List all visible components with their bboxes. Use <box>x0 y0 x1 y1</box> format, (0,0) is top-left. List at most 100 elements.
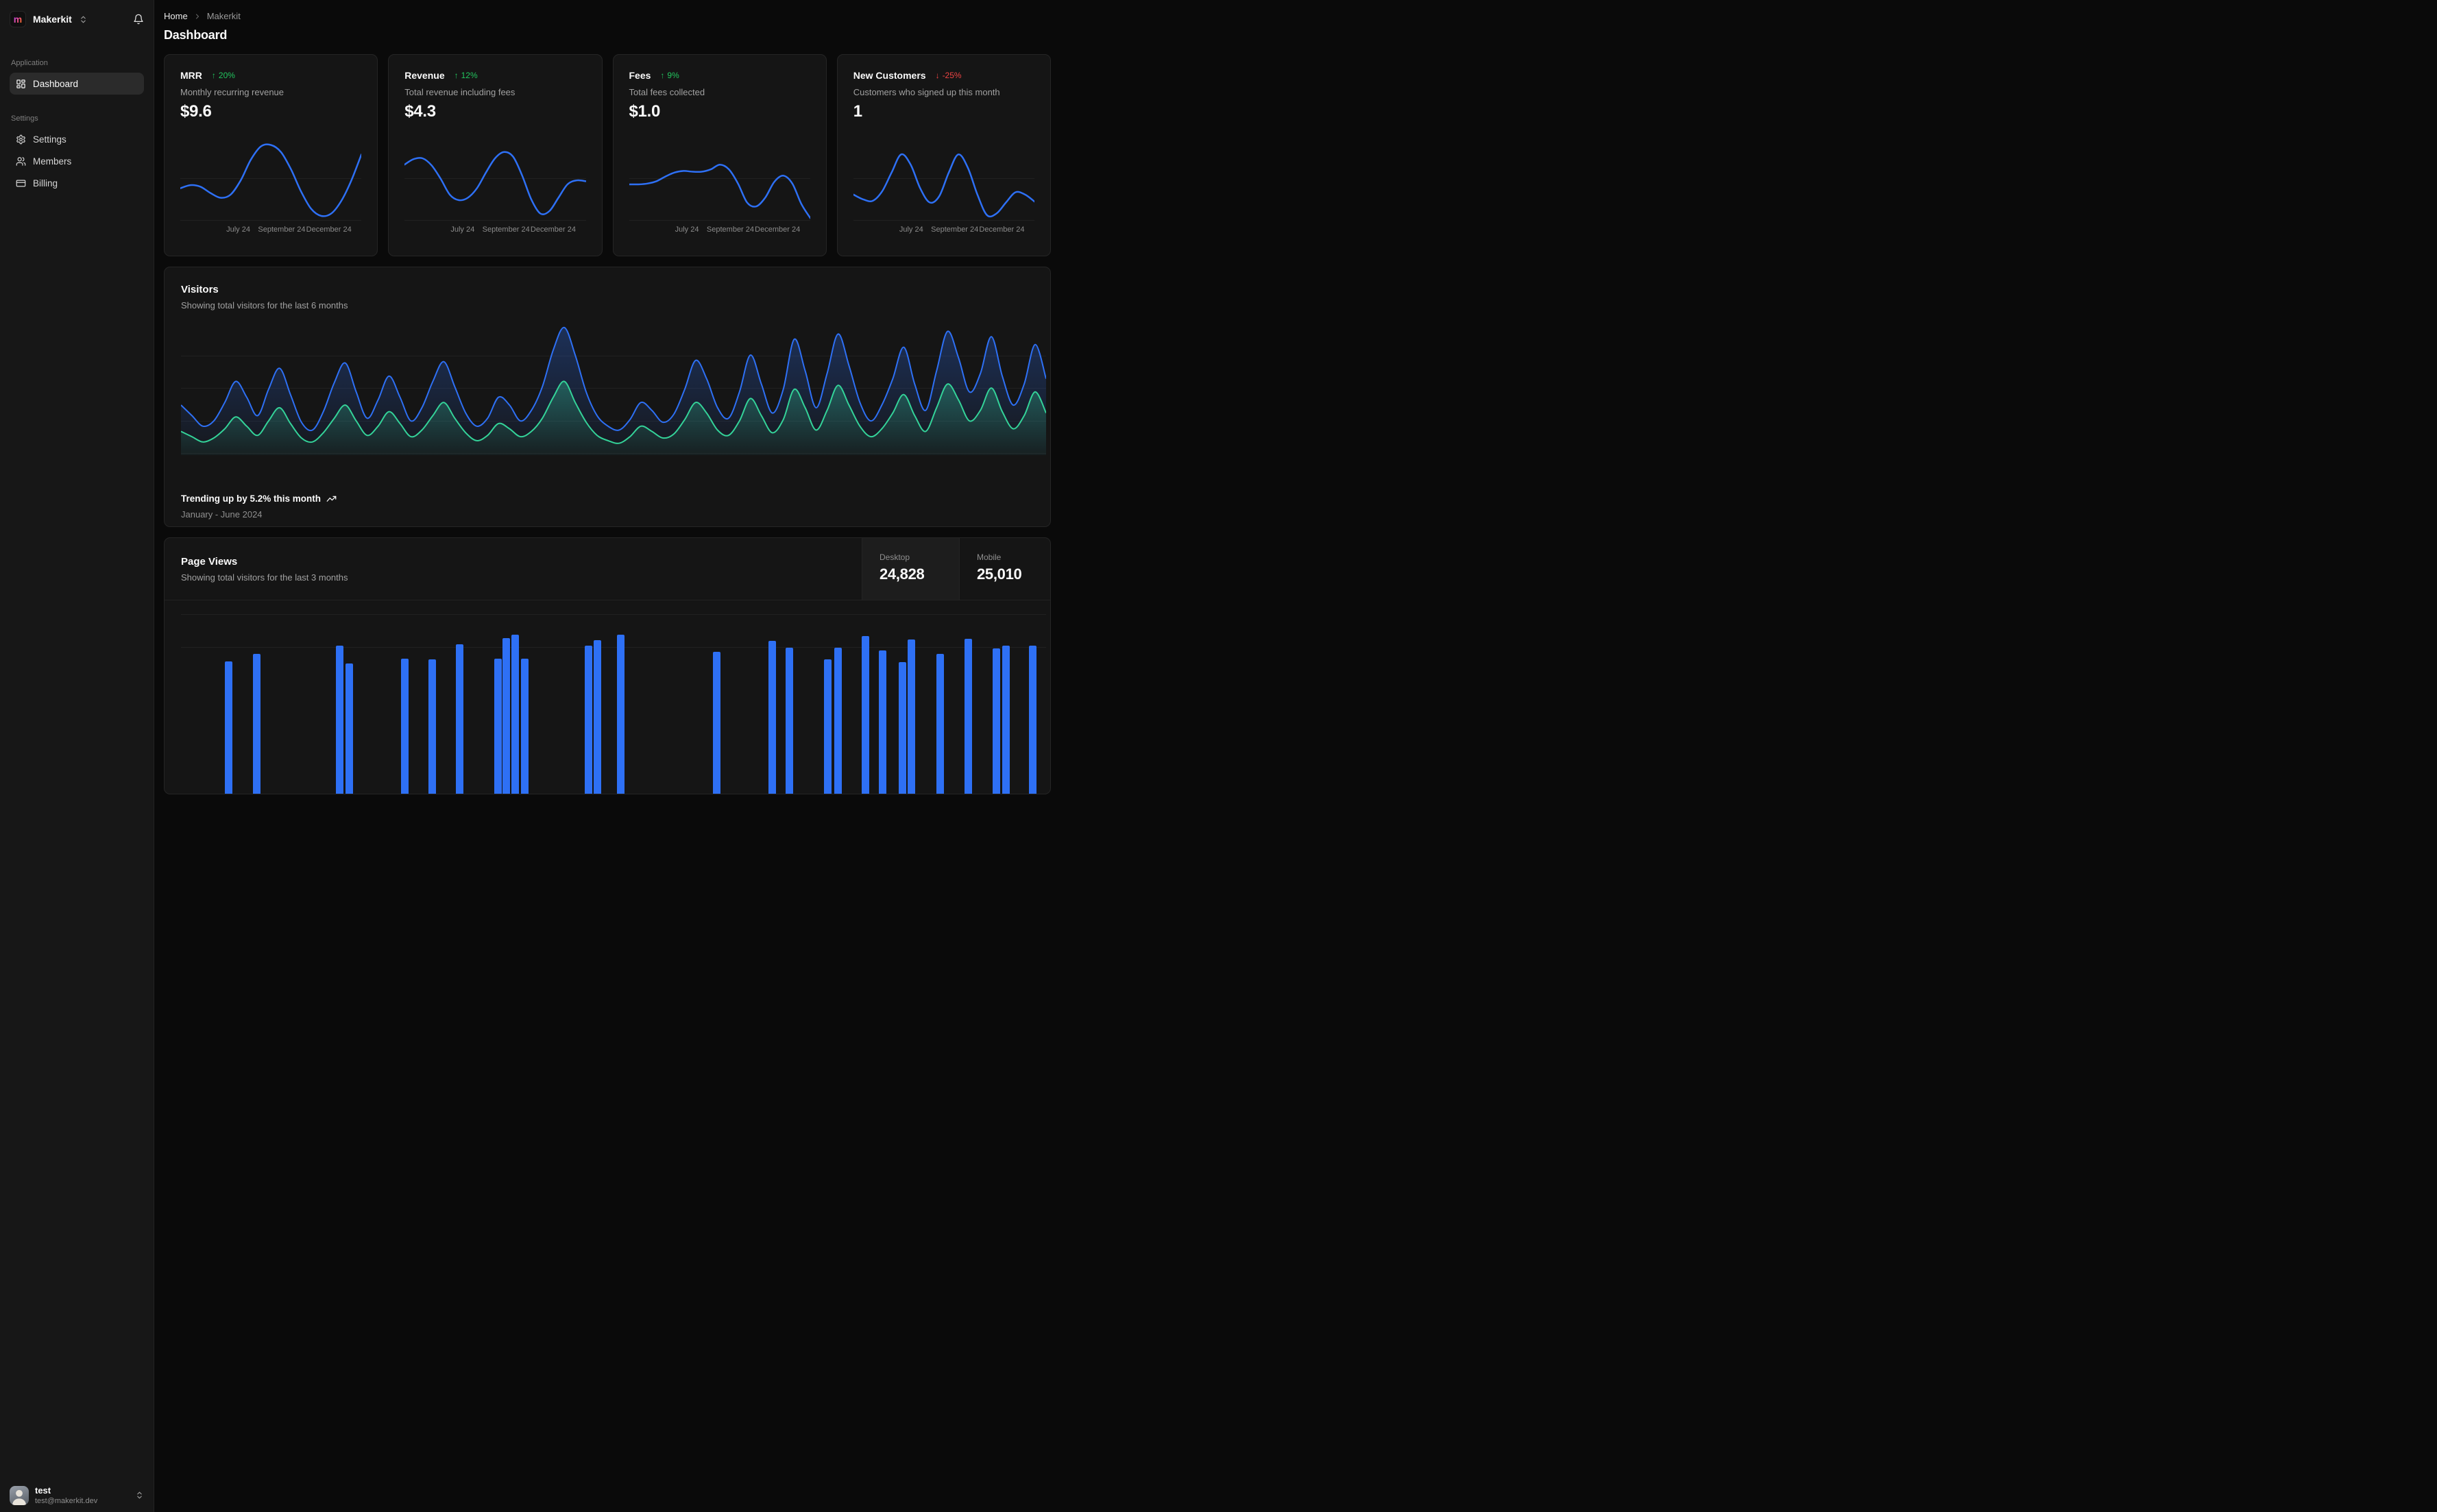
page-views-bar <box>879 650 887 794</box>
breadcrumb: Home Makerkit <box>164 11 1051 21</box>
stat-card-title: Revenue <box>404 70 445 81</box>
stat-card-revenue: Revenue ↑ 12% Total revenue including fe… <box>388 54 603 256</box>
new-customers-sparkline-chart <box>853 143 1034 221</box>
stat-card-title: New Customers <box>853 70 926 81</box>
page-views-bar <box>862 636 870 794</box>
sidebar-item-label: Dashboard <box>33 78 79 89</box>
page-views-header: Page Views Showing total visitors for th… <box>165 538 1050 600</box>
visitors-footer-secondary: January - June 2024 <box>181 509 263 520</box>
main-content: Home Makerkit Dashboard MRR ↑ 20% Monthl… <box>154 0 1067 794</box>
stat-card-description: Total fees collected <box>629 87 705 97</box>
delta-value: -25% <box>942 71 962 80</box>
page-views-bar <box>502 638 511 794</box>
page-views-bar <box>1002 646 1010 794</box>
visitors-description: Showing total visitors for the last 6 mo… <box>181 300 348 310</box>
revenue-sparkline-chart <box>404 143 586 221</box>
sparkline-x-labels: July 24 September 24 December 24 <box>226 225 352 234</box>
sidebar-item-settings[interactable]: Settings <box>10 128 144 150</box>
workspace-name: Makerkit <box>33 14 72 25</box>
page-views-bar <box>593 640 601 794</box>
dashboard-icon <box>16 79 26 89</box>
page-views-card: Page Views Showing total visitors for th… <box>164 537 1051 794</box>
sparkline-x-labels: July 24 September 24 December 24 <box>450 225 576 234</box>
user-name: test <box>35 1485 51 1496</box>
page-views-bar <box>899 662 907 794</box>
page-views-bar <box>617 635 625 794</box>
tab-label: Desktop <box>880 552 910 562</box>
page-views-bar <box>252 654 260 794</box>
user-avatar <box>10 1485 29 1505</box>
stat-card-title: MRR <box>180 70 202 81</box>
stat-card-description: Customers who signed up this month <box>853 87 1000 97</box>
fees-sparkline-chart <box>629 143 810 221</box>
page-views-bar <box>1028 646 1036 794</box>
visitors-card: Visitors Showing total visitors for the … <box>164 267 1051 527</box>
sparkline-x-labels: July 24 September 24 December 24 <box>675 225 801 234</box>
visitors-area-chart <box>181 324 1046 455</box>
chevrons-up-down-icon[interactable] <box>79 15 88 24</box>
delta-value: 9% <box>667 71 679 80</box>
tab-mobile[interactable]: Mobile 25,010 <box>959 538 1050 600</box>
page-views-bar <box>713 652 721 794</box>
page-title: Dashboard <box>164 28 228 42</box>
credit-card-icon <box>16 178 26 188</box>
page-views-bar <box>823 659 832 794</box>
page-views-bar <box>834 648 842 794</box>
users-icon <box>16 156 26 167</box>
sidebar-item-label: Billing <box>33 178 58 188</box>
delta-badge: ↑ 9% <box>660 71 679 80</box>
stat-card-title: Fees <box>629 70 651 81</box>
page-views-bar <box>225 661 233 794</box>
sidebar-item-members[interactable]: Members <box>10 150 144 172</box>
delta-badge: ↓ -25% <box>936 71 962 80</box>
stat-card-value: 1 <box>853 102 862 121</box>
visitors-trend-line: Trending up by 5.2% this month <box>181 493 337 504</box>
page-views-bar <box>936 654 944 794</box>
mrr-sparkline-chart <box>180 143 362 221</box>
page-views-bar <box>511 635 520 794</box>
stat-card-fees: Fees ↑ 9% Total fees collected $1.0 July… <box>612 54 827 256</box>
tab-value: 25,010 <box>977 565 1022 583</box>
tab-value: 24,828 <box>880 565 925 583</box>
stat-card-value: $9.6 <box>180 102 212 121</box>
breadcrumb-home-link[interactable]: Home <box>164 11 188 21</box>
tab-desktop[interactable]: Desktop 24,828 <box>862 538 959 600</box>
visitors-title: Visitors <box>181 284 219 295</box>
sidebar-item-label: Members <box>33 156 72 167</box>
page-views-bar <box>520 659 529 794</box>
delta-value: 12% <box>461 71 478 80</box>
page-views-bar <box>456 644 464 794</box>
sidebar-item-dashboard[interactable]: Dashboard <box>10 73 144 95</box>
stat-card-new-customers: New Customers ↓ -25% Customers who signe… <box>836 54 1051 256</box>
notifications-bell-icon[interactable] <box>133 14 144 25</box>
stat-card-mrr: MRR ↑ 20% Monthly recurring revenue $9.6… <box>164 54 378 256</box>
tab-label: Mobile <box>977 552 1002 562</box>
delta-value: 20% <box>218 71 235 80</box>
stat-card-value: $1.0 <box>629 102 661 121</box>
nav-section-label-application: Application <box>11 59 48 67</box>
arrow-up-icon: ↑ <box>211 71 216 80</box>
chevron-right-icon <box>193 12 202 21</box>
sidebar-item-billing[interactable]: Billing <box>10 172 144 194</box>
breadcrumb-current: Makerkit <box>206 11 241 21</box>
user-menu[interactable]: test test@makerkit.dev <box>10 1485 144 1505</box>
stat-cards-row: MRR ↑ 20% Monthly recurring revenue $9.6… <box>164 54 1051 256</box>
arrow-up-icon: ↑ <box>454 71 459 80</box>
nav-section-label-settings: Settings <box>11 114 38 123</box>
stat-card-description: Monthly recurring revenue <box>180 87 284 97</box>
page-views-bar <box>400 659 409 794</box>
page-views-bar <box>768 641 776 794</box>
page-views-bar <box>335 646 343 794</box>
makerkit-logo: m <box>10 11 26 27</box>
chevrons-up-down-icon <box>135 1491 144 1500</box>
stat-card-value: $4.3 <box>404 102 436 121</box>
sidebar: m Makerkit Application Dashboard Setting… <box>0 0 154 1512</box>
arrow-up-icon: ↑ <box>660 71 665 80</box>
logo-letter: m <box>13 14 23 25</box>
sidebar-item-label: Settings <box>33 134 66 145</box>
page-views-bar <box>345 663 353 794</box>
trending-up-icon <box>326 493 337 504</box>
user-email: test@makerkit.dev <box>35 1497 98 1505</box>
page-views-bar-chart <box>181 614 1046 794</box>
sparkline-x-labels: July 24 September 24 December 24 <box>899 225 1025 234</box>
